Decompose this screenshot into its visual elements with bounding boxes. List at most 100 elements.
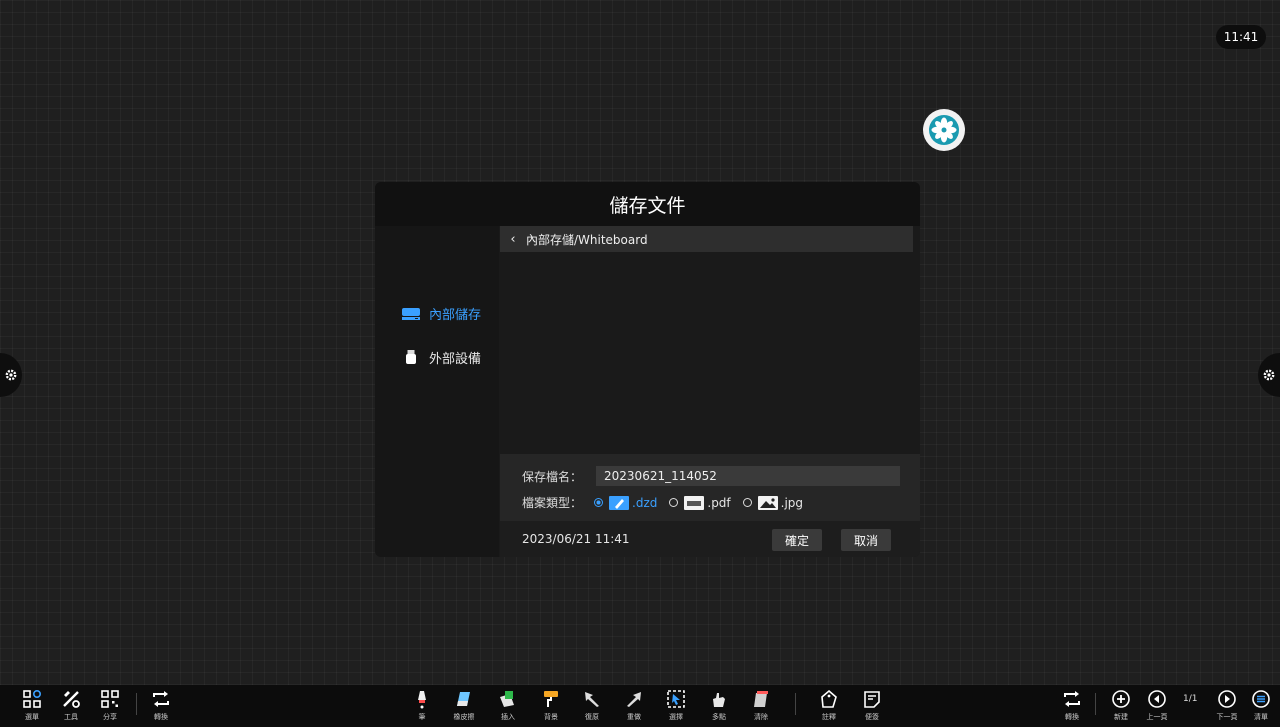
- sidebar-item-external-device[interactable]: 外部設備: [401, 348, 481, 367]
- prev-page-icon: [1148, 690, 1166, 708]
- cancel-button[interactable]: 取消: [841, 529, 891, 551]
- toolbar-label: 背景: [544, 713, 558, 721]
- toolbar-label: 新建: [1114, 713, 1128, 721]
- toolbar-label: 註釋: [822, 713, 836, 721]
- page-indicator: 1/1: [1183, 694, 1198, 704]
- switch-icon: [1064, 691, 1080, 707]
- filetype-option-jpg[interactable]: .jpg: [742, 495, 804, 510]
- filename-input[interactable]: [596, 466, 901, 486]
- annotate-button[interactable]: 註釋: [813, 689, 845, 722]
- breadcrumb-path: 內部存儲/Whiteboard: [526, 232, 648, 247]
- floating-menu-button[interactable]: [923, 109, 965, 151]
- list-icon: [1252, 690, 1270, 708]
- next-page-button[interactable]: 下一頁: [1211, 689, 1243, 722]
- dialog-title: 儲存文件: [375, 182, 920, 226]
- menu-button[interactable]: 選單: [16, 689, 48, 722]
- toolbar-label: 下一頁: [1216, 713, 1238, 721]
- breadcrumb: ‹ 內部存儲/Whiteboard: [500, 226, 913, 252]
- redo-button[interactable]: 重做: [618, 689, 650, 722]
- menu-grid-icon: [23, 689, 42, 708]
- timestamp: 2023/06/21 11:41: [522, 532, 630, 546]
- file-list-area: [500, 252, 920, 454]
- pen-button[interactable]: 筆: [406, 689, 438, 722]
- pen-icon: [418, 691, 426, 709]
- filetype-option-dzd[interactable]: .dzd: [594, 495, 657, 510]
- next-page-icon: [1218, 690, 1236, 708]
- select-button[interactable]: 選擇: [660, 689, 692, 722]
- background-button[interactable]: 背景: [535, 689, 567, 722]
- filename-label: 保存檔名：: [522, 469, 583, 484]
- radio-icon: [669, 498, 679, 507]
- usb-icon: [406, 349, 416, 364]
- image-file-icon: [757, 495, 778, 510]
- multitouch-icon: [713, 693, 725, 707]
- toolbar-label: 多點: [712, 713, 726, 721]
- toolbar-divider: [136, 693, 137, 715]
- toolbar-label: 重做: [627, 713, 641, 721]
- new-page-icon: [1112, 690, 1130, 708]
- filetype-option-pdf[interactable]: .pdf: [669, 495, 731, 510]
- pdf-file-icon: [684, 495, 705, 510]
- sticky-note-button[interactable]: 便簽: [856, 689, 888, 722]
- switch-icon: [153, 691, 169, 707]
- toolbar-label: 便簽: [865, 713, 879, 721]
- clear-icon: [754, 691, 768, 707]
- toolbar-label: 選單: [25, 713, 39, 721]
- sidebar-item-label: 外部設備: [429, 352, 482, 367]
- drive-icon: [402, 307, 420, 320]
- clear-button[interactable]: 清除: [745, 689, 777, 722]
- insert-icon: [500, 691, 514, 707]
- gear-icon: [1263, 369, 1275, 381]
- background-icon: [544, 691, 558, 707]
- right-settings-tab[interactable]: [1258, 353, 1280, 397]
- clock: 11:41: [1216, 25, 1266, 49]
- bottom-toolbar: 選單 工具 分享 轉換 筆 橡皮擦 插入 背景 復原 重做 選擇 多點 清除 註…: [0, 685, 1280, 727]
- toolbar-label: 轉換: [1065, 713, 1079, 721]
- toolbar-label: 橡皮擦: [453, 713, 475, 721]
- switch-button-left[interactable]: 轉換: [145, 689, 177, 722]
- list-button[interactable]: 清單: [1245, 689, 1277, 722]
- filetype-label: 檔案類型：: [522, 496, 583, 510]
- insert-button[interactable]: 插入: [492, 689, 524, 722]
- multitouch-button[interactable]: 多點: [703, 689, 735, 722]
- toolbar-label: 清除: [754, 713, 768, 721]
- dialog-footer: 2023/06/21 11:41 確定 取消: [500, 521, 920, 557]
- toolbar-label: 插入: [501, 713, 515, 721]
- storage-sidebar: 內部儲存 外部設備: [375, 226, 499, 557]
- select-icon: [667, 690, 685, 708]
- toolbar-label: 清單: [1254, 713, 1268, 721]
- eraser-icon: [457, 692, 470, 706]
- new-page-button[interactable]: 新建: [1105, 689, 1137, 722]
- toolbar-label: 復原: [585, 713, 599, 721]
- qr-share-icon: [101, 690, 119, 708]
- dzd-file-icon: [609, 495, 630, 510]
- sidebar-item-label: 內部儲存: [429, 308, 482, 323]
- toolbar-divider: [1095, 693, 1096, 715]
- toolbar-label: 轉換: [154, 713, 168, 721]
- switch-button-right[interactable]: 轉換: [1056, 689, 1088, 722]
- flower-icon: [929, 115, 959, 145]
- save-document-dialog: 儲存文件 內部儲存 外部設備 ‹ 內部存儲/Whiteboard 保存檔名： 2…: [375, 182, 920, 557]
- left-settings-tab[interactable]: [0, 353, 22, 397]
- eraser-button[interactable]: 橡皮擦: [448, 689, 480, 722]
- toolbar-divider: [795, 693, 796, 715]
- toolbar-label: 選擇: [669, 713, 683, 721]
- back-icon[interactable]: ‹: [500, 232, 526, 247]
- undo-button[interactable]: 復原: [576, 689, 608, 722]
- sticky-note-icon: [864, 691, 880, 708]
- confirm-button[interactable]: 確定: [772, 529, 822, 551]
- toolbar-label: 上一頁: [1146, 713, 1168, 721]
- prev-page-button[interactable]: 上一頁: [1141, 689, 1173, 722]
- redo-icon: [627, 692, 641, 707]
- share-button[interactable]: 分享: [94, 689, 126, 722]
- undo-icon: [585, 692, 599, 707]
- filetype-label-jpg: .jpg: [780, 495, 804, 510]
- tools-button[interactable]: 工具: [55, 689, 87, 722]
- sidebar-item-internal-storage[interactable]: 內部儲存: [401, 304, 481, 323]
- filetype-label-pdf: .pdf: [707, 495, 731, 510]
- tools-icon: [63, 691, 80, 708]
- toolbar-label: 分享: [103, 713, 117, 721]
- toolbar-label: 工具: [64, 713, 78, 721]
- gear-icon: [5, 369, 17, 381]
- radio-icon: [594, 498, 604, 507]
